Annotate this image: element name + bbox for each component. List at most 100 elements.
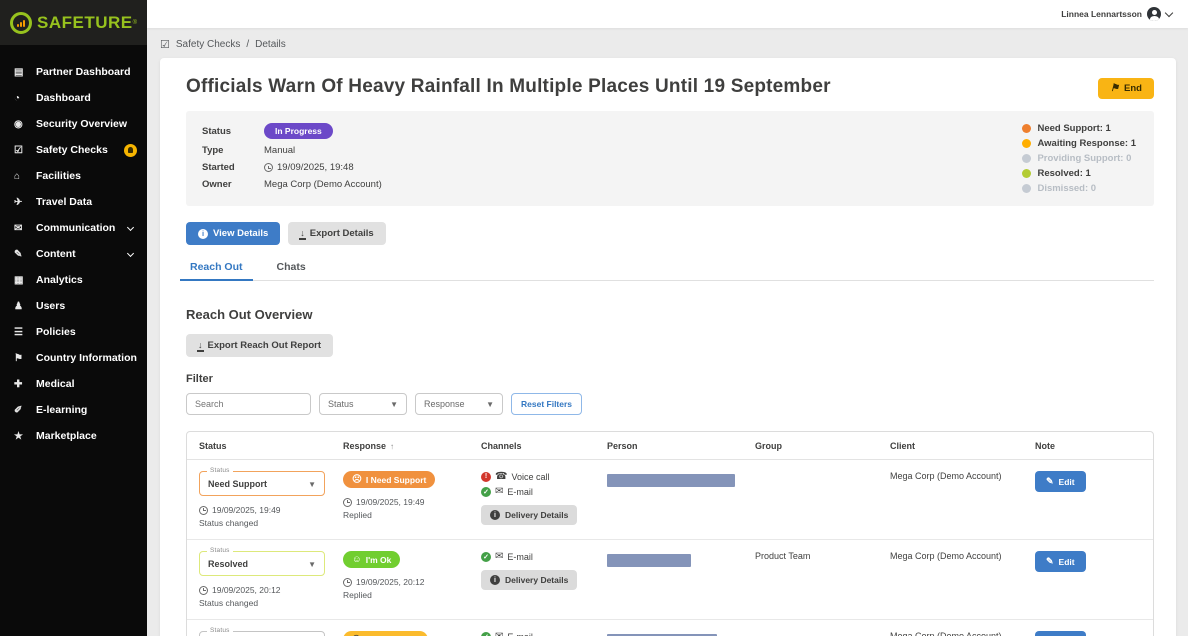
column-header-group[interactable]: Group xyxy=(743,432,878,459)
sidebar-item-dashboard[interactable]: ◔ Dashboard xyxy=(0,85,147,111)
content-icon: ✎ xyxy=(14,249,30,260)
dashboard-icon: ◔ xyxy=(14,93,30,104)
success-check-icon: ✓ xyxy=(481,632,491,636)
client-cell: Mega Corp (Demo Account) xyxy=(878,540,1023,619)
chevron-down-icon xyxy=(1165,8,1173,16)
analytics-icon: ▦ xyxy=(14,275,30,286)
legend-label: Dismissed: 0 xyxy=(1037,183,1096,194)
end-button[interactable]: ⚑ End xyxy=(1098,78,1154,99)
mail-icon: ✉ xyxy=(495,551,503,562)
sidebar-item-label: Dashboard xyxy=(36,92,91,104)
security-overview-icon: ◉ xyxy=(14,119,30,130)
export-reach-out-report-button[interactable]: ↓ Export Reach Out Report xyxy=(186,334,333,357)
person-redacted xyxy=(607,554,691,567)
clock-icon xyxy=(264,163,273,172)
safety-checks-breadcrumb-icon: ☑ xyxy=(160,38,170,51)
sidebar-item-safety-checks[interactable]: ☑ Safety Checks xyxy=(0,137,147,163)
sidebar-item-facilities[interactable]: ⌂ Facilities xyxy=(0,163,147,189)
marketplace-icon: ★ xyxy=(14,431,30,442)
sort-ascending-icon: ↑ xyxy=(390,442,394,451)
legend-label: Providing Support: 0 xyxy=(1037,153,1131,164)
user-name: Linnea Lennartsson xyxy=(1061,9,1142,19)
sidebar-item-users[interactable]: ♟ Users xyxy=(0,293,147,319)
logo[interactable]: SAFETURE ® xyxy=(0,0,147,45)
status-select[interactable]: Status Resolved▼ xyxy=(199,551,325,576)
sidebar-item-communication[interactable]: ✉ Communication xyxy=(0,215,147,241)
column-header-channels[interactable]: Channels xyxy=(469,432,595,459)
policies-icon: ☰ xyxy=(14,327,30,338)
group-cell: Product Team xyxy=(743,540,878,619)
reset-filters-button[interactable]: Reset Filters xyxy=(511,393,582,415)
column-header-client[interactable]: Client xyxy=(878,432,1023,459)
registered-mark: ® xyxy=(133,20,137,26)
sidebar-item-analytics[interactable]: ▦ Analytics xyxy=(0,267,147,293)
legend-item: Dismissed: 0 xyxy=(1022,183,1136,194)
tab-reach-out[interactable]: Reach Out xyxy=(188,257,245,280)
status-legend: Need Support: 1 Awaiting Response: 1 Pro… xyxy=(1022,123,1136,194)
column-header-person[interactable]: Person xyxy=(595,432,743,459)
owner-label: Owner xyxy=(202,179,264,190)
delivery-details-button[interactable]: iDelivery Details xyxy=(481,570,577,590)
group-cell xyxy=(743,460,878,539)
export-details-button[interactable]: ↓ Export Details xyxy=(288,222,385,245)
sidebar-item-policies[interactable]: ☰ Policies xyxy=(0,319,147,345)
facilities-icon: ⌂ xyxy=(14,171,30,182)
edit-note-button[interactable]: ✎Edit xyxy=(1035,631,1086,636)
response-filter-select[interactable]: Response▼ xyxy=(415,393,503,415)
logo-text: SAFETURE xyxy=(37,13,133,33)
chevron-down-icon xyxy=(127,223,134,230)
column-header-response[interactable]: Response↑ xyxy=(331,432,469,459)
started-value: 19/09/2025, 19:48 xyxy=(277,162,354,173)
sidebar-item-security-overview[interactable]: ◉ Security Overview xyxy=(0,111,147,137)
legend-item: Resolved: 1 xyxy=(1022,168,1136,179)
info-icon: i xyxy=(198,229,208,239)
edit-note-button[interactable]: ✎Edit xyxy=(1035,471,1086,492)
status-value: Need Support xyxy=(208,479,267,489)
info-icon: i xyxy=(490,575,500,585)
clock-icon xyxy=(199,586,208,595)
sidebar-item-medical[interactable]: ✚ Medical xyxy=(0,371,147,397)
channel-label: Voice call xyxy=(511,472,549,482)
chevron-down-icon xyxy=(127,249,134,256)
status-label: Status xyxy=(202,126,264,137)
status-filter-select[interactable]: Status▼ xyxy=(319,393,407,415)
tab-chats[interactable]: Chats xyxy=(275,257,308,280)
group-cell xyxy=(743,620,878,636)
sidebar-item-label: Communication xyxy=(36,222,115,234)
response-badge: ☺I'm Ok xyxy=(343,551,400,568)
breadcrumb-section[interactable]: Safety Checks xyxy=(176,39,240,50)
delivery-details-button[interactable]: iDelivery Details xyxy=(481,505,577,525)
user-menu[interactable]: Linnea Lennartsson xyxy=(1061,7,1172,21)
view-details-button[interactable]: i View Details xyxy=(186,222,280,245)
table-header: Status Response↑ Channels Person Group C… xyxy=(187,432,1153,460)
sidebar-item-marketplace[interactable]: ★ Marketplace xyxy=(0,423,147,449)
owner-value: Mega Corp (Demo Account) xyxy=(264,179,382,190)
sidebar-item-e-learning[interactable]: ✐ E-learning xyxy=(0,397,147,423)
safeture-logo-icon xyxy=(10,12,32,34)
status-select[interactable]: Status Awaiting Response▼ xyxy=(199,631,325,636)
sidebar-item-partner-dashboard[interactable]: ▤ Partner Dashboard xyxy=(0,59,147,85)
search-input[interactable] xyxy=(186,393,311,415)
legend-label: Need Support: 1 xyxy=(1037,123,1110,134)
legend-dot-icon xyxy=(1022,154,1031,163)
channel-email: ✓ ✉ E-mail xyxy=(481,486,583,497)
sidebar-item-content[interactable]: ✎ Content xyxy=(0,241,147,267)
sidebar-item-travel-data[interactable]: ✈ Travel Data xyxy=(0,189,147,215)
edit-note-button[interactable]: ✎Edit xyxy=(1035,551,1086,572)
medical-icon: ✚ xyxy=(14,379,30,390)
sidebar-item-label: E-learning xyxy=(36,404,87,416)
page-title: Officials Warn Of Heavy Rainfall In Mult… xyxy=(186,76,831,98)
clock-icon xyxy=(343,578,352,587)
tab-bar: Reach Out Chats xyxy=(186,257,1154,281)
download-icon: ↓ xyxy=(300,229,305,239)
channel-label: E-mail xyxy=(507,632,533,636)
status-select[interactable]: Status Need Support▼ xyxy=(199,471,325,496)
sidebar-item-country-information[interactable]: ⚑ Country Information xyxy=(0,345,147,371)
column-header-note[interactable]: Note xyxy=(1023,432,1153,459)
breadcrumb-page[interactable]: Details xyxy=(255,39,286,50)
status-badge: In Progress xyxy=(264,123,333,139)
caret-down-icon: ▼ xyxy=(308,560,316,569)
column-header-status[interactable]: Status xyxy=(187,432,331,459)
channel-email: ✓ ✉ E-mail xyxy=(481,631,583,636)
topbar: Linnea Lennartsson xyxy=(147,0,1188,28)
